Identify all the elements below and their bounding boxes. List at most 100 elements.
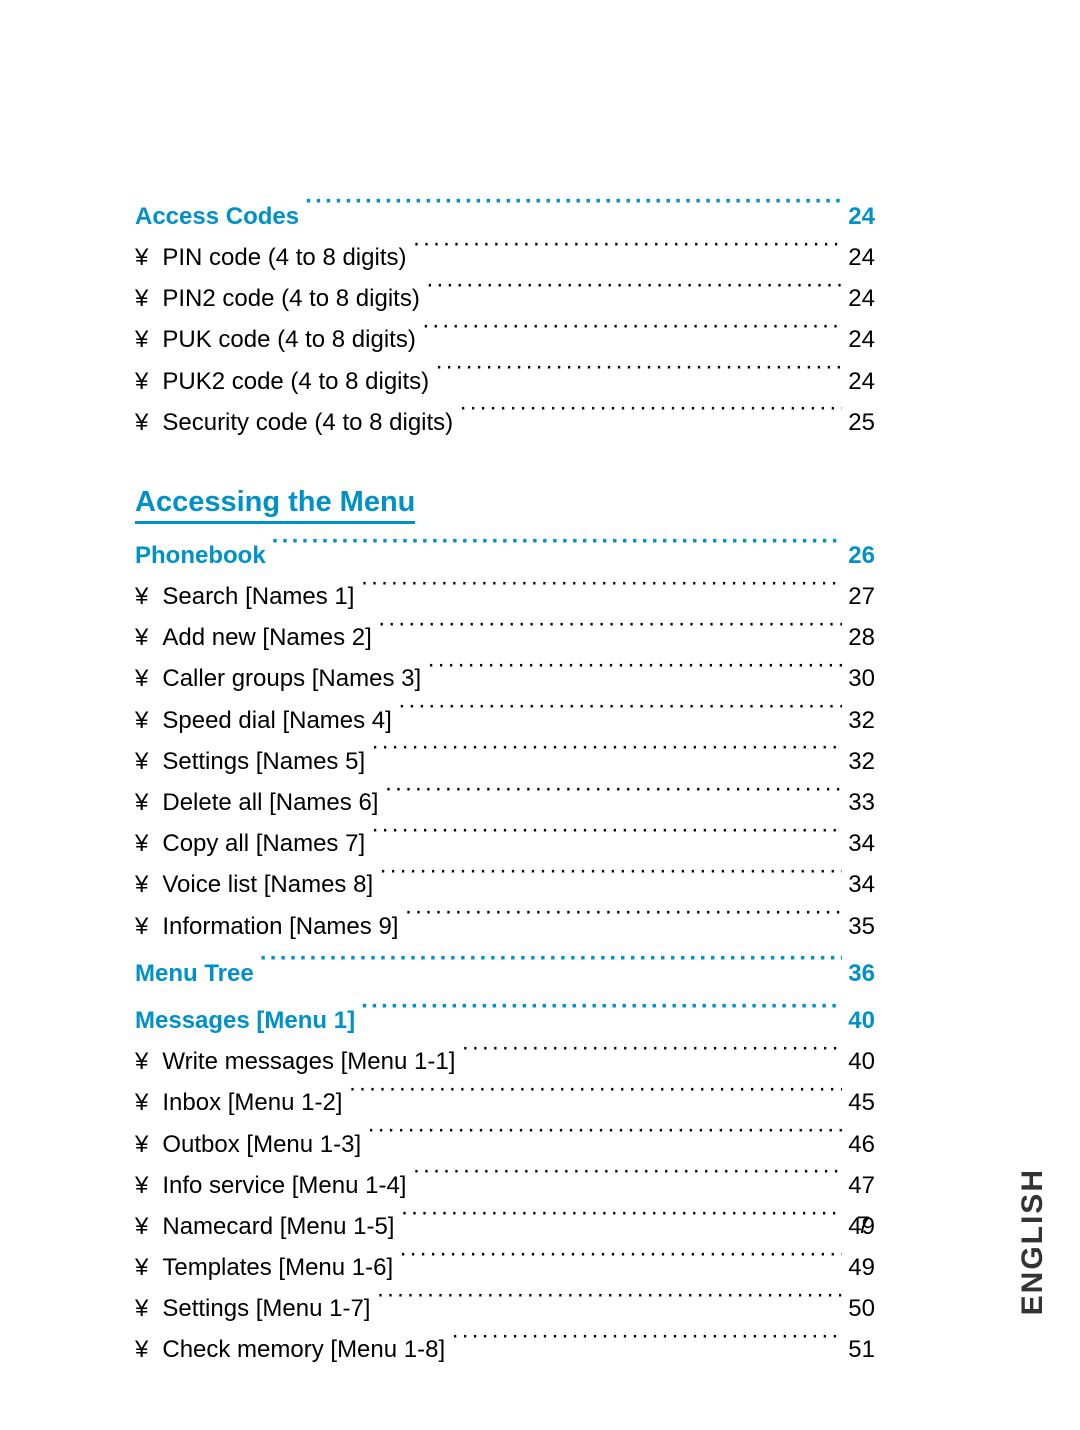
- toc-item-line: ¥ Delete all [Names 6] 33: [135, 781, 875, 822]
- toc-leaders: [404, 905, 842, 934]
- toc-item-line: ¥ Security code (4 to 8 digits) 25: [135, 401, 875, 442]
- toc-item-line: ¥ Settings [Menu 1-7] 50: [135, 1288, 875, 1329]
- bullet-icon: ¥: [135, 1290, 148, 1328]
- toc-item-line: ¥Speed dial [Names 4]32: [135, 699, 875, 740]
- toc-item-line: ¥ Search [Names 1] 27: [135, 575, 875, 616]
- toc-leaders: [272, 534, 843, 563]
- toc-item-page: 25: [848, 404, 875, 442]
- toc-item-label: Delete all [Names 6]: [162, 784, 378, 822]
- toc-section: Phonebook26¥Search [Names 1]27¥Add new […: [135, 534, 875, 946]
- bullet-icon: ¥: [135, 1167, 148, 1205]
- toc-item-label: Settings [Menu 1-7]: [162, 1290, 370, 1328]
- toc-heading-label: Access Codes: [135, 198, 299, 236]
- toc-leaders: [451, 1329, 842, 1358]
- toc-item-page: 30: [848, 660, 875, 698]
- toc-item-label: Info service [Menu 1-4]: [162, 1167, 406, 1205]
- toc-item-label: Caller groups [Names 3]: [162, 660, 421, 698]
- toc-item-page: 32: [848, 743, 875, 781]
- toc-item-label: PUK code (4 to 8 digits): [162, 321, 415, 359]
- toc-heading-line: Messages [Menu 1]40: [135, 999, 875, 1040]
- toc-item-page: 47: [848, 1167, 875, 1205]
- toc-leaders: [305, 195, 842, 224]
- bullet-icon: ¥: [135, 660, 148, 698]
- toc-item-label: Settings [Names 5]: [162, 743, 365, 781]
- toc-leaders: [422, 319, 842, 348]
- toc-section: Menu Tree36: [135, 952, 875, 993]
- bullet-icon: ¥: [135, 363, 148, 401]
- toc-item-label: Namecard [Menu 1-5]: [162, 1208, 394, 1246]
- toc-leaders: [461, 1040, 842, 1069]
- toc-item-page: 27: [848, 578, 875, 616]
- toc-item-line: ¥PIN code (4 to 8 digits)24: [135, 236, 875, 277]
- toc-item-page: 24: [848, 321, 875, 359]
- bullet-icon: ¥: [135, 321, 148, 359]
- toc-leaders: [361, 999, 842, 1028]
- bullet-icon: ¥: [135, 1208, 148, 1246]
- toc-item-line: ¥Add new [Names 2]28: [135, 617, 875, 658]
- page-number: 7: [857, 1212, 870, 1240]
- toc-leaders: [426, 277, 842, 306]
- toc-item-line: ¥Voice list [Names 8]34: [135, 864, 875, 905]
- bullet-icon: ¥: [135, 784, 148, 822]
- bullet-icon: ¥: [135, 743, 148, 781]
- toc-item-page: 40: [848, 1043, 875, 1081]
- bullet-icon: ¥: [135, 1249, 148, 1287]
- toc-leaders: [459, 401, 842, 430]
- toc-heading-page: 40: [848, 1002, 875, 1040]
- toc-item-label: Templates [Menu 1-6]: [162, 1249, 393, 1287]
- toc-heading-page: 26: [848, 537, 875, 575]
- toc-item-label: PUK2 code (4 to 8 digits): [162, 363, 429, 401]
- toc-item-line: ¥ Write messages [Menu 1-1] 40: [135, 1040, 875, 1081]
- bullet-icon: ¥: [135, 908, 148, 946]
- toc-leaders: [371, 740, 842, 769]
- toc-leaders: [367, 1123, 842, 1152]
- toc-item-label: Speed dial [Names 4]: [162, 702, 391, 740]
- toc-item-label: Search [Names 1]: [162, 578, 354, 616]
- toc-section: Messages [Menu 1]40¥Write messages [Menu…: [135, 999, 875, 1370]
- bullet-icon: ¥: [135, 280, 148, 318]
- toc-item-page: 50: [848, 1290, 875, 1328]
- bullet-icon: ¥: [135, 1043, 148, 1081]
- toc-item-line: ¥Outbox [Menu 1-3]46: [135, 1123, 875, 1164]
- toc-item-page: 45: [848, 1084, 875, 1122]
- toc-item-line: ¥ PUK code (4 to 8 digits) 24: [135, 319, 875, 360]
- toc-item-line: ¥Namecard [Menu 1-5]49: [135, 1205, 875, 1246]
- bullet-icon: ¥: [135, 866, 148, 904]
- toc-item-label: Security code (4 to 8 digits): [162, 404, 453, 442]
- toc-item-label: Voice list [Names 8]: [162, 866, 373, 904]
- toc-leaders: [260, 952, 843, 981]
- bullet-icon: ¥: [135, 1331, 148, 1369]
- toc-item-page: 33: [848, 784, 875, 822]
- toc-item-label: Write messages [Menu 1-1]: [162, 1043, 455, 1081]
- toc-leaders: [435, 360, 842, 389]
- toc-leaders: [398, 699, 842, 728]
- toc-item-line: ¥Inbox [Menu 1-2]45: [135, 1082, 875, 1123]
- bullet-icon: ¥: [135, 578, 148, 616]
- toc-item-label: Information [Names 9]: [162, 908, 398, 946]
- toc-item-line: ¥PIN2 code (4 to 8 digits)24: [135, 277, 875, 318]
- toc-item-page: 35: [848, 908, 875, 946]
- toc-leaders: [371, 822, 842, 851]
- bullet-icon: ¥: [135, 825, 148, 863]
- toc-item-label: Add new [Names 2]: [162, 619, 371, 657]
- toc-item-line: ¥ Settings [Names 5] 32: [135, 740, 875, 781]
- toc-item-line: ¥ Info service [Menu 1-4] 47: [135, 1164, 875, 1205]
- toc-leaders: [379, 864, 842, 893]
- toc-leaders: [412, 1164, 842, 1193]
- toc-leaders: [400, 1205, 842, 1234]
- toc-page: Access Codes 24 ¥PIN code (4 to 8 digits…: [135, 195, 875, 1376]
- toc-heading-line: Access Codes 24: [135, 195, 875, 236]
- toc-item-line: ¥ Information [Names 9] 35: [135, 905, 875, 946]
- chapter-title: Accessing the Menu: [135, 486, 415, 524]
- toc-leaders: [348, 1082, 842, 1111]
- toc-item-label: Outbox [Menu 1-3]: [162, 1126, 361, 1164]
- bullet-icon: ¥: [135, 404, 148, 442]
- bullet-icon: ¥: [135, 619, 148, 657]
- toc-leaders: [399, 1246, 842, 1275]
- toc-item-label: PIN2 code (4 to 8 digits): [162, 280, 419, 318]
- toc-item-line: ¥Copy all [Names 7]34: [135, 822, 875, 863]
- toc-item-page: 32: [848, 702, 875, 740]
- toc-leaders: [412, 236, 842, 265]
- toc-item-label: Copy all [Names 7]: [162, 825, 365, 863]
- toc-heading-page: 24: [848, 198, 875, 236]
